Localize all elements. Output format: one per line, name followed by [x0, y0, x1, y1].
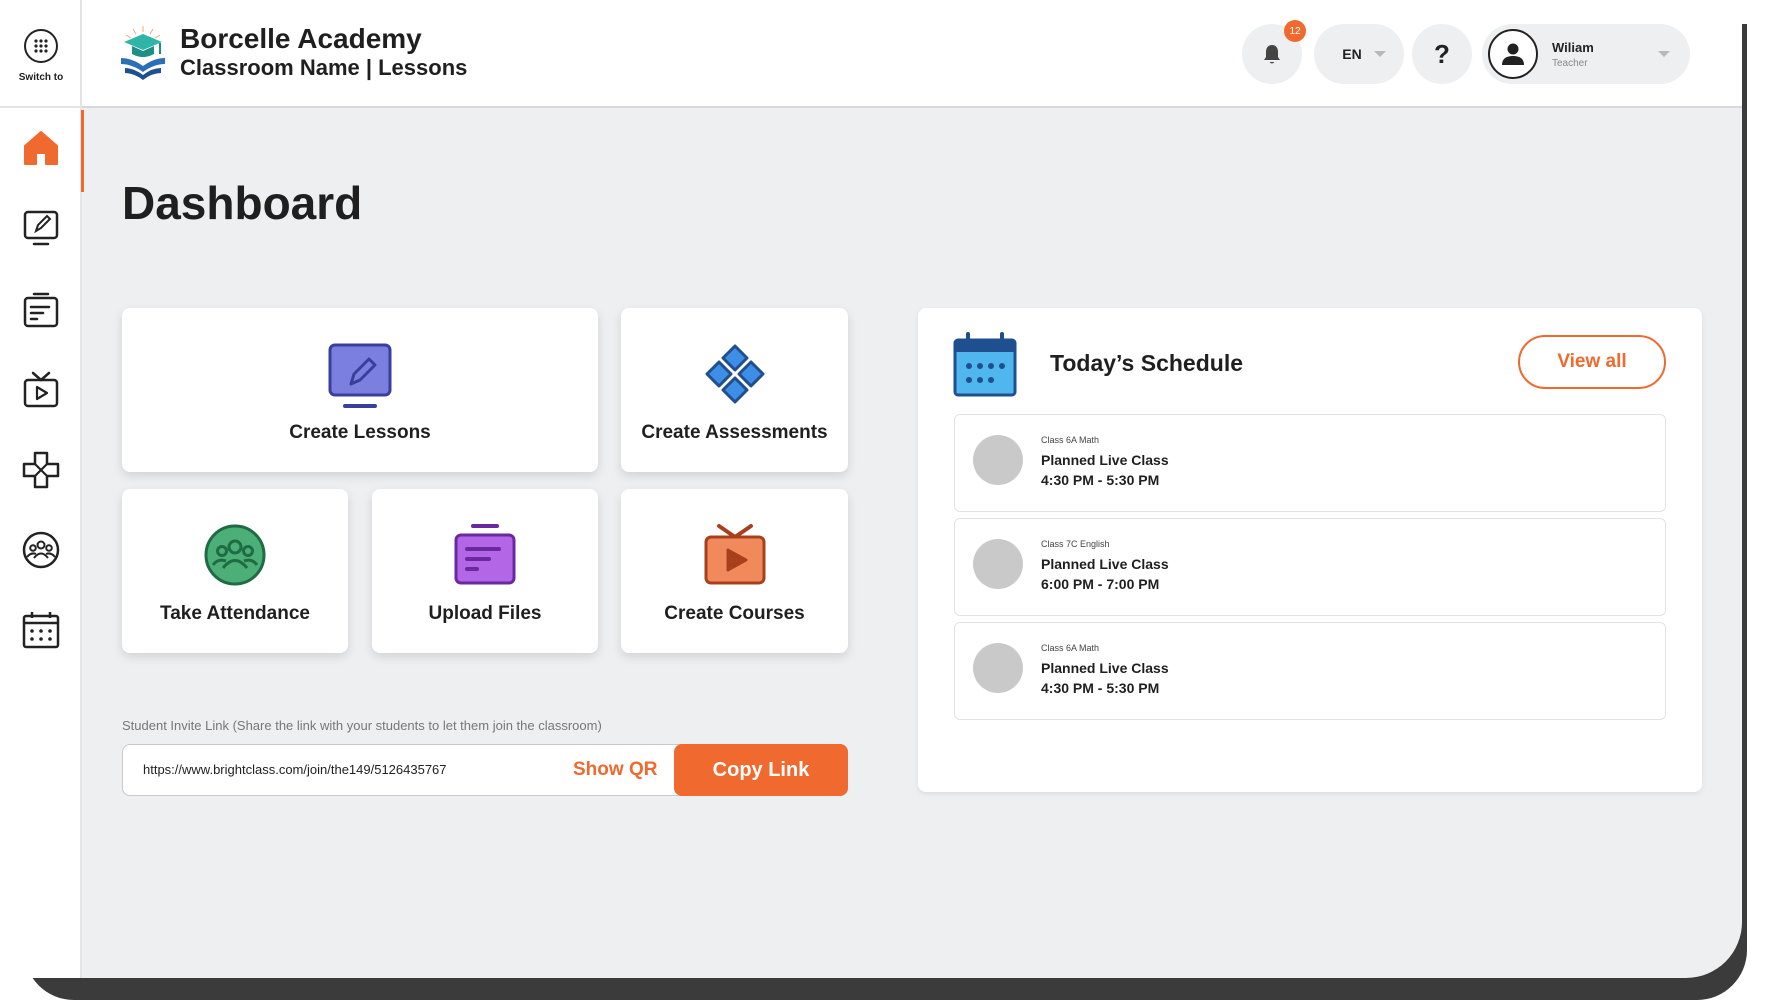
sidebar-item-courses[interactable] — [0, 354, 82, 426]
calendar-icon — [22, 612, 60, 649]
brand-name: Borcelle Academy — [180, 23, 422, 54]
switch-to-button[interactable]: Switch to — [0, 0, 82, 108]
sidebar-item-assessments[interactable] — [0, 434, 82, 506]
top-header: Borcelle Academy Classroom Name | Lesson… — [82, 0, 1742, 108]
class-avatar — [973, 643, 1023, 693]
schedule-time: 4:30 PM - 5:30 PM — [1041, 472, 1160, 488]
user-menu[interactable]: Wiliam Teacher — [1482, 24, 1690, 84]
chevron-down-icon — [1658, 51, 1670, 57]
invite-link-label: Student Invite Link (Share the link with… — [122, 718, 602, 733]
take-attendance-label: Take Attendance — [160, 603, 310, 624]
sidebar: Switch to — [0, 0, 84, 978]
page-title: Dashboard — [122, 177, 363, 229]
sidebar-item-lessons[interactable] — [0, 192, 82, 264]
schedule-time: 4:30 PM - 5:30 PM — [1041, 680, 1160, 696]
create-lessons-label: Create Lessons — [289, 422, 431, 443]
switch-to-label: Switch to — [18, 72, 64, 83]
schedule-name: Planned Live Class — [1041, 452, 1169, 468]
user-name: Wiliam — [1552, 39, 1594, 55]
attendance-icon — [204, 524, 266, 586]
invite-url: https://www.brightclass.com/join/the149/… — [143, 762, 447, 777]
files-icon — [454, 524, 516, 585]
assessments-icon — [705, 344, 764, 404]
create-lessons-card[interactable]: Create Lessons — [122, 308, 598, 472]
calendar-icon — [953, 332, 1017, 397]
take-attendance-card[interactable]: Take Attendance — [122, 489, 348, 653]
bell-icon — [1264, 45, 1280, 64]
todays-schedule-panel: Today’s Schedule View all Class 6A Math … — [918, 308, 1702, 792]
schedule-class: Class 7C English — [1041, 539, 1110, 549]
language-selector[interactable]: EN — [1314, 24, 1404, 84]
lesson-monitor-icon — [23, 210, 59, 246]
help-icon: ? — [1434, 38, 1450, 69]
page-subtitle: Classroom Name | Lessons — [180, 55, 468, 80]
brand: Borcelle Academy Classroom Name | Lesson… — [118, 24, 467, 82]
create-assessments-label: Create Assessments — [641, 422, 828, 443]
chevron-down-icon — [1374, 51, 1386, 57]
courses-tv-icon — [704, 524, 765, 585]
sidebar-item-calendar[interactable] — [0, 594, 82, 666]
class-avatar — [973, 435, 1023, 485]
create-assessments-card[interactable]: Create Assessments — [621, 308, 848, 472]
attendance-icon — [22, 531, 60, 569]
schedule-title: Today’s Schedule — [1050, 350, 1243, 376]
notification-badge: 12 — [1284, 20, 1306, 42]
sidebar-item-attendance[interactable] — [0, 514, 82, 586]
copy-link-button[interactable]: Copy Link — [674, 744, 848, 796]
create-courses-card[interactable]: Create Courses — [621, 489, 848, 653]
schedule-class: Class 6A Math — [1041, 435, 1100, 445]
class-avatar — [973, 539, 1023, 589]
assessments-icon — [22, 451, 60, 489]
user-icon — [1502, 43, 1524, 65]
notifications-button[interactable]: 12 — [1242, 20, 1306, 84]
user-role: Teacher — [1552, 57, 1588, 69]
upload-files-card[interactable]: Upload Files — [372, 489, 598, 653]
sidebar-item-home[interactable] — [0, 110, 84, 192]
upload-files-label: Upload Files — [428, 603, 542, 624]
schedule-item[interactable]: Class 7C English Planned Live Class 6:00… — [954, 518, 1666, 616]
help-button[interactable]: ? — [1412, 24, 1472, 84]
schedule-time: 6:00 PM - 7:00 PM — [1041, 576, 1160, 592]
lesson-monitor-icon — [328, 343, 392, 408]
home-icon — [24, 131, 58, 165]
avatar — [1488, 29, 1538, 79]
app-window: Switch to Borcelle Academy Classroom Nam… — [0, 0, 1742, 978]
sidebar-item-files[interactable] — [0, 274, 82, 346]
files-icon — [23, 292, 59, 328]
academy-logo — [121, 26, 165, 80]
courses-tv-icon — [23, 371, 59, 408]
schedule-class: Class 6A Math — [1041, 643, 1100, 653]
show-qr-button[interactable]: Show QR — [573, 759, 657, 781]
apps-grid-icon — [24, 29, 58, 63]
language-value: EN — [1342, 46, 1362, 62]
schedule-item[interactable]: Class 6A Math Planned Live Class 4:30 PM… — [954, 622, 1666, 720]
create-courses-label: Create Courses — [664, 603, 805, 624]
schedule-item[interactable]: Class 6A Math Planned Live Class 4:30 PM… — [954, 414, 1666, 512]
schedule-name: Planned Live Class — [1041, 556, 1169, 572]
schedule-name: Planned Live Class — [1041, 660, 1169, 676]
view-all-button[interactable]: View all — [1518, 335, 1666, 389]
